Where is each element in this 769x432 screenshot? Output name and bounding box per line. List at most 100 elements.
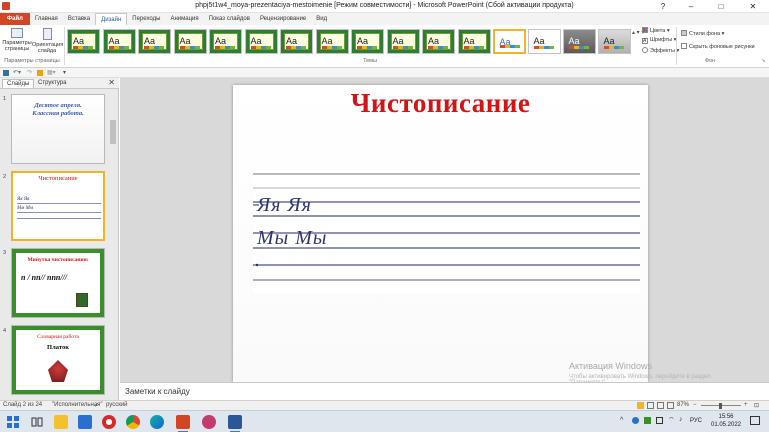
- slide-thumbnail-4[interactable]: Словарная работа Платок: [11, 325, 105, 395]
- slide-thumbnail-3[interactable]: Минутка чистописания: n / nn// nnn///: [11, 248, 105, 318]
- hide-background-graphics-label: Скрыть фоновые рисунки: [689, 44, 755, 50]
- battery-icon[interactable]: [656, 417, 663, 424]
- redo-icon[interactable]: ↷: [27, 69, 32, 76]
- theme-thumbnail[interactable]: Aa: [457, 29, 491, 54]
- chalkboard-icon: [76, 293, 88, 307]
- tray-app-icon[interactable]: [632, 417, 639, 424]
- slide-orientation-button[interactable]: Ориентация слайда: [32, 27, 63, 57]
- page-setup-button[interactable]: Параметры страницы: [2, 27, 32, 57]
- file-explorer-icon[interactable]: [54, 415, 68, 429]
- status-bar: Слайд 2 из 24 "Исполнительная" ✓ русский…: [0, 400, 769, 410]
- zoom-level[interactable]: 87%: [677, 402, 689, 408]
- theme-thumbnail[interactable]: Aa: [351, 29, 384, 54]
- theme-thumbnail[interactable]: Aa: [597, 29, 631, 54]
- new-slide-icon[interactable]: ▦▾: [47, 69, 56, 76]
- theme-thumbnail[interactable]: Aa: [386, 29, 420, 54]
- window-help-icon[interactable]: ?: [648, 0, 678, 13]
- undo-icon[interactable]: ↶▾: [13, 69, 21, 76]
- scrollbar-thumb[interactable]: [110, 120, 116, 144]
- task-view-icon[interactable]: [30, 415, 44, 429]
- slides-scrollbar[interactable]: [109, 90, 117, 400]
- minimize-button[interactable]: –: [676, 0, 706, 13]
- theme-color-bars: [428, 46, 448, 49]
- theme-thumbnail[interactable]: Aa: [138, 29, 171, 54]
- system-tray-expand-icon[interactable]: ^: [620, 417, 623, 424]
- theme-thumbnail[interactable]: Aa: [244, 29, 278, 54]
- theme-fonts-button[interactable]: A Шрифты ▾: [642, 37, 676, 44]
- copybook-image[interactable]: Яя Яя Мы Мы: [253, 170, 640, 293]
- chrome-browser-icon[interactable]: [126, 415, 140, 429]
- theme-thumbnail[interactable]: Aa: [492, 29, 526, 54]
- reading-view-icon[interactable]: [657, 402, 664, 409]
- mail-icon[interactable]: [78, 415, 92, 429]
- theme-thumbnail[interactable]: Aa: [67, 29, 100, 54]
- tab-design[interactable]: Дизайн: [95, 13, 128, 25]
- tray-app-icon[interactable]: [644, 417, 651, 424]
- close-button[interactable]: ✕: [738, 0, 768, 13]
- zoom-slider-handle[interactable]: [719, 403, 722, 409]
- app-taskbar-icon[interactable]: [202, 415, 216, 429]
- powerpoint-taskbar-icon[interactable]: [176, 415, 190, 432]
- theme-thumbnail[interactable]: Aa: [173, 29, 207, 54]
- theme-thumbnail[interactable]: Aa: [422, 29, 455, 54]
- theme-sample-text: Aa: [568, 36, 580, 46]
- theme-colors-button[interactable]: Цвета ▾: [642, 27, 670, 34]
- tab-transitions[interactable]: Переходы: [127, 13, 165, 25]
- theme-thumbnail[interactable]: Aa: [527, 29, 561, 54]
- handwriting-line-2: Мы Мы: [257, 227, 328, 249]
- theme-sample-text: Aa: [73, 36, 85, 46]
- slide-thumbnail-1[interactable]: Десятое апреля. Классная работа.: [11, 94, 105, 164]
- notifications-icon[interactable]: [750, 416, 760, 425]
- network-icon[interactable]: ⌔: [668, 416, 675, 425]
- theme-sample-text: Aa: [144, 36, 156, 46]
- theme-thumbnail[interactable]: Aa: [280, 29, 313, 54]
- thumb4-body: Платок: [47, 344, 69, 351]
- tab-review[interactable]: Рецензирование: [255, 13, 311, 25]
- fit-to-window-icon[interactable]: ⊡: [754, 402, 759, 409]
- zoom-out-icon[interactable]: −: [693, 402, 697, 408]
- slideshow-view-icon[interactable]: [667, 402, 674, 409]
- taskbar-clock[interactable]: 15:56 01.05.2022: [706, 413, 746, 429]
- theme-sample-text: Aa: [533, 36, 545, 46]
- theme-thumbnail[interactable]: Aa: [562, 29, 596, 54]
- notes-pane[interactable]: Заметки к слайду: [120, 382, 769, 400]
- windows-start-icon[interactable]: [6, 415, 20, 429]
- theme-effects-button[interactable]: Эффекты ▾: [642, 47, 679, 54]
- slide-sorter-icon[interactable]: [647, 402, 654, 409]
- customize-qat-icon[interactable]: ▾: [63, 69, 66, 76]
- slideshow-icon[interactable]: [37, 70, 43, 76]
- tab-insert[interactable]: Вставка: [63, 13, 95, 25]
- current-slide[interactable]: Чистописание Яя Яя Мы Мы: [233, 85, 648, 382]
- tab-outline[interactable]: Структура: [34, 79, 70, 87]
- theme-color-bars: [73, 46, 93, 49]
- theme-thumbnail[interactable]: Aa: [315, 29, 349, 54]
- theme-color-bars: [499, 45, 520, 48]
- hide-background-graphics-checkbox[interactable]: Скрыть фоновые рисунки: [681, 43, 755, 50]
- word-taskbar-icon[interactable]: [228, 415, 242, 432]
- slide-thumbnail-2[interactable]: Чистописание Яя Яя Мм Мм: [11, 171, 105, 241]
- background-styles-button[interactable]: Стили фона ▾: [681, 30, 724, 37]
- background-dialog-launcher-icon[interactable]: ↘: [761, 58, 766, 64]
- zoom-in-icon[interactable]: +: [744, 402, 748, 408]
- maximize-button[interactable]: □: [706, 0, 736, 13]
- slides-panel-tabs: Слайды Структура ✕: [0, 78, 119, 89]
- tab-view[interactable]: Вид: [311, 13, 332, 25]
- tab-slides[interactable]: Слайды: [2, 79, 35, 88]
- keyboard-language[interactable]: РУС: [690, 418, 702, 424]
- tab-file[interactable]: Файл: [0, 13, 30, 25]
- language-indicator[interactable]: русский: [106, 402, 128, 408]
- theme-thumbnail[interactable]: Aa: [102, 29, 136, 54]
- tab-home[interactable]: Главная: [30, 13, 63, 25]
- slide-title[interactable]: Чистописание: [233, 88, 648, 119]
- save-icon[interactable]: [3, 70, 9, 76]
- edge-browser-icon[interactable]: [150, 415, 164, 429]
- opera-browser-icon[interactable]: [102, 415, 116, 429]
- thumbnail-number: 1: [3, 96, 7, 102]
- normal-view-icon[interactable]: [637, 402, 644, 409]
- tab-slideshow[interactable]: Показ слайдов: [204, 13, 255, 25]
- tab-animation[interactable]: Анимация: [165, 13, 203, 25]
- spellcheck-icon[interactable]: ✓: [94, 402, 99, 409]
- theme-thumbnail[interactable]: Aa: [209, 29, 242, 54]
- close-panel-icon[interactable]: ✕: [108, 78, 115, 87]
- volume-icon[interactable]: ♪: [679, 416, 683, 423]
